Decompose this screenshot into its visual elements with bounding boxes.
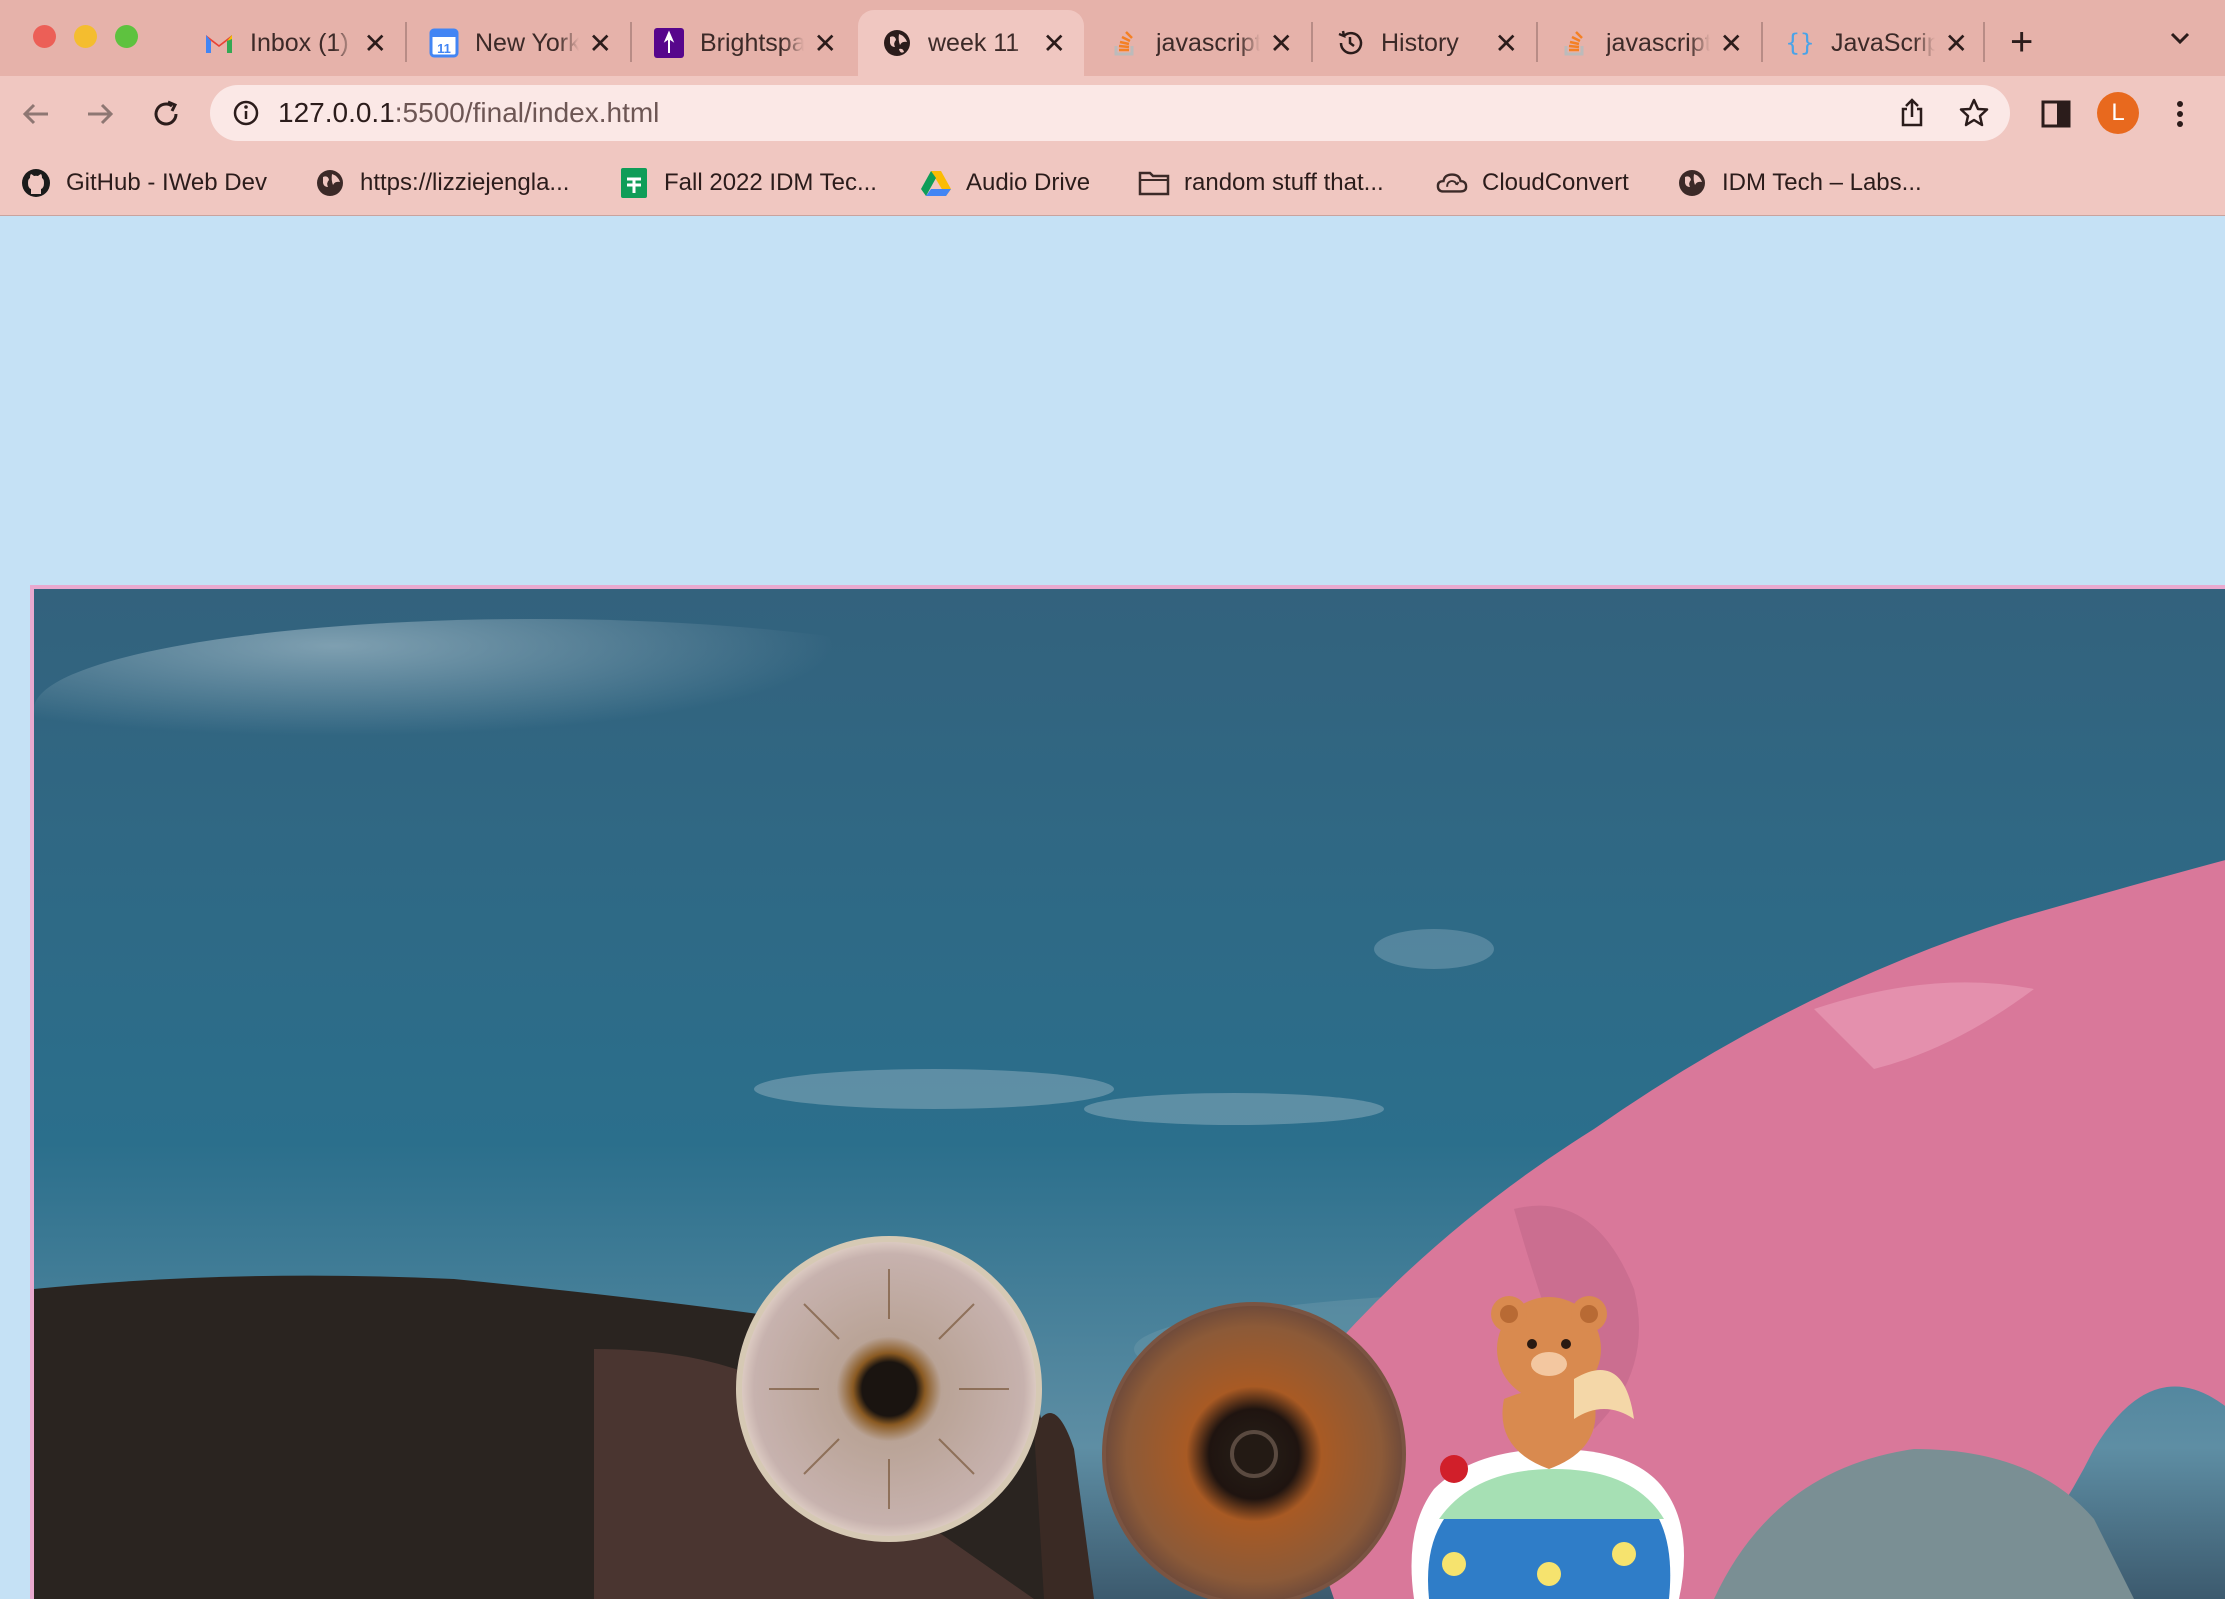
tab-title: History bbox=[1381, 28, 1459, 57]
bookmark-cloudconvert[interactable]: CloudConvert bbox=[1436, 164, 1629, 202]
close-window-button[interactable] bbox=[33, 25, 56, 48]
tab-javascript-3[interactable]: {} JavaScript ✕ bbox=[1761, 10, 1986, 76]
zoom-window-button[interactable] bbox=[115, 25, 138, 48]
bookmark-label: GitHub - IWeb Dev bbox=[66, 169, 267, 196]
bookmark-label: CloudConvert bbox=[1482, 169, 1629, 196]
cloud-icon bbox=[1436, 167, 1468, 199]
tab-strip: Inbox (1) ✕ 11 New York ✕ Brightspace ✕ bbox=[0, 0, 2225, 76]
tab-title: New York bbox=[475, 28, 579, 57]
browser-chrome: Inbox (1) ✕ 11 New York ✕ Brightspace ✕ bbox=[0, 0, 2225, 216]
tab-brightspace[interactable]: Brightspace ✕ bbox=[630, 10, 855, 76]
drive-icon bbox=[920, 167, 952, 199]
bookmark-label: Fall 2022 IDM Tec... bbox=[664, 169, 877, 196]
tab-close-icon[interactable]: ✕ bbox=[1945, 27, 1968, 60]
back-arrow-icon[interactable] bbox=[16, 94, 56, 134]
share-icon[interactable] bbox=[1896, 97, 1928, 129]
new-tab-button[interactable]: + bbox=[2010, 22, 2033, 62]
github-icon bbox=[20, 167, 52, 199]
tab-close-icon[interactable]: ✕ bbox=[364, 27, 387, 60]
bookmark-random-stuff[interactable]: random stuff that... bbox=[1138, 164, 1384, 202]
bookmarks-bar: GitHub - IWeb Dev https://lizziejengla..… bbox=[0, 152, 2225, 214]
more-menu-icon[interactable] bbox=[2170, 98, 2190, 130]
side-panel-icon[interactable] bbox=[2040, 98, 2072, 130]
minimize-window-button[interactable] bbox=[74, 25, 97, 48]
reload-icon[interactable] bbox=[146, 94, 186, 134]
tab-week-11[interactable]: week 11 ✕ bbox=[858, 10, 1084, 76]
tab-title: javascript bbox=[1606, 28, 1710, 57]
bookmark-idm-tech-labs[interactable]: IDM Tech – Labs... bbox=[1676, 164, 1922, 202]
tab-javascript-1[interactable]: javascript ✕ bbox=[1086, 10, 1311, 76]
gmail-icon bbox=[204, 28, 234, 58]
tab-close-icon[interactable]: ✕ bbox=[1043, 27, 1066, 60]
forward-arrow-icon[interactable] bbox=[80, 94, 120, 134]
tab-history[interactable]: History ✕ bbox=[1311, 10, 1536, 76]
bookmark-github[interactable]: GitHub - IWeb Dev bbox=[20, 164, 267, 202]
tab-close-icon[interactable]: ✕ bbox=[1720, 27, 1743, 60]
history-icon bbox=[1335, 28, 1365, 58]
collage-photo bbox=[34, 589, 2225, 1599]
bookmark-fall-2022[interactable]: Fall 2022 IDM Tec... bbox=[618, 164, 877, 202]
bookmark-label: random stuff that... bbox=[1184, 169, 1384, 196]
browser-toolbar: 127.0.0.1:5500/final/index.html L bbox=[0, 76, 2225, 152]
globe-icon bbox=[1676, 167, 1708, 199]
tab-close-icon[interactable]: ✕ bbox=[1270, 27, 1293, 60]
globe-icon bbox=[314, 167, 346, 199]
url-path: :5500/final/index.html bbox=[394, 97, 660, 128]
svg-text:{}: {} bbox=[1786, 29, 1815, 57]
url-text: 127.0.0.1:5500/final/index.html bbox=[278, 97, 659, 129]
sheets-icon bbox=[618, 167, 650, 199]
collage-frame bbox=[30, 585, 2225, 1599]
address-bar[interactable]: 127.0.0.1:5500/final/index.html bbox=[210, 85, 2010, 141]
bookmark-label: https://lizziejengla... bbox=[360, 169, 570, 196]
tab-close-icon[interactable]: ✕ bbox=[814, 27, 837, 60]
cloud-wisp bbox=[1084, 1093, 1384, 1125]
profile-avatar[interactable]: L bbox=[2097, 92, 2139, 134]
cloud-wisp bbox=[754, 1069, 1114, 1109]
tab-title: JavaScript bbox=[1831, 28, 1935, 57]
tab-close-icon[interactable]: ✕ bbox=[1495, 27, 1518, 60]
tab-separator bbox=[1983, 22, 1985, 62]
tab-close-icon[interactable]: ✕ bbox=[589, 27, 612, 60]
tab-search-chevron-down-icon[interactable] bbox=[2168, 26, 2192, 50]
bookmark-audio-drive[interactable]: Audio Drive bbox=[920, 164, 1090, 202]
site-info-icon[interactable] bbox=[232, 99, 260, 127]
cloud-wisp bbox=[1374, 929, 1494, 969]
tab-new-york[interactable]: 11 New York ✕ bbox=[405, 10, 630, 76]
cloud-wisp bbox=[34, 619, 1034, 799]
globe-icon bbox=[882, 28, 912, 58]
bookmark-star-icon[interactable] bbox=[1958, 97, 1990, 129]
bookmark-lizziejengla[interactable]: https://lizziejengla... bbox=[314, 164, 569, 202]
tab-javascript-2[interactable]: javascript ✕ bbox=[1536, 10, 1761, 76]
calendar-icon: 11 bbox=[429, 28, 459, 58]
stackoverflow-icon bbox=[1110, 28, 1140, 58]
url-host: 127.0.0.1 bbox=[278, 97, 395, 128]
brightspace-icon bbox=[654, 28, 684, 58]
tab-inbox[interactable]: Inbox (1) ✕ bbox=[180, 10, 405, 76]
tab-title: Brightspace bbox=[700, 28, 804, 57]
svg-text:11: 11 bbox=[437, 41, 451, 56]
tab-title: Inbox (1) bbox=[250, 28, 349, 57]
braces-icon: {} bbox=[1785, 28, 1815, 58]
bookmark-label: IDM Tech – Labs... bbox=[1722, 169, 1922, 196]
folder-icon bbox=[1138, 167, 1170, 199]
tab-title: javascript bbox=[1156, 28, 1260, 57]
tab-title: week 11 bbox=[928, 28, 1020, 57]
stackoverflow-icon bbox=[1560, 28, 1590, 58]
bookmark-label: Audio Drive bbox=[966, 169, 1091, 196]
